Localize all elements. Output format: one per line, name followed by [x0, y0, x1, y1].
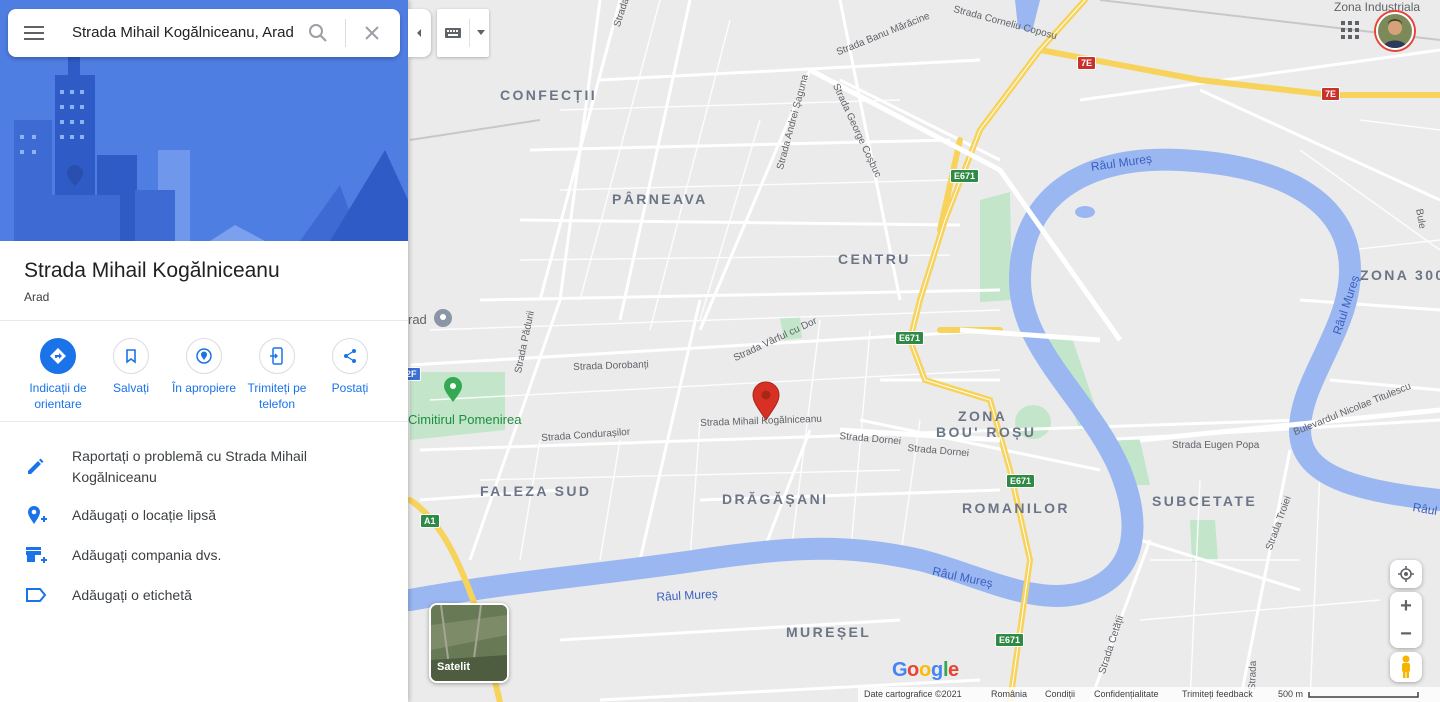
scale-label[interactable]: 500 m [1278, 689, 1303, 699]
cemetery-label[interactable]: Cimitirul Pomenirea [408, 412, 521, 427]
road-shield: A1 [420, 514, 440, 528]
zoom-out-button[interactable]: − [1390, 620, 1422, 648]
zoom-controls: + − [1390, 592, 1422, 648]
svg-text:g: g [931, 659, 943, 681]
add-missing-place-item[interactable]: Adăugați o locație lipsă [0, 503, 408, 531]
district-label: BOU' ROȘU [936, 424, 1037, 440]
svg-text:o: o [907, 659, 919, 681]
road-shield: 7E [1077, 56, 1097, 70]
keyboard-icon [445, 28, 461, 38]
satellite-toggle[interactable]: Satelit [429, 603, 509, 683]
map-footer: Date cartografice ©2021 România Condiții… [858, 687, 1440, 702]
map-data-credit: Date cartografice ©2021 [864, 689, 962, 699]
district-label: MUREȘEL [786, 624, 872, 640]
country-link[interactable]: România [991, 689, 1027, 699]
place-title: Strada Mihail Kogălniceanu [24, 259, 280, 282]
my-location-button[interactable] [1390, 560, 1422, 588]
add-missing-place-label: Adăugați o locație lipsă [72, 507, 216, 523]
nearby-icon [186, 338, 222, 374]
collapse-panel-button[interactable] [408, 9, 431, 57]
chevron-down-icon [477, 30, 485, 35]
apps-icon[interactable] [1340, 20, 1360, 40]
road-shield: E671 [950, 169, 980, 183]
street-label: Strada [1247, 660, 1260, 691]
divider [0, 320, 408, 321]
send-to-phone-label: Trimiteți pe telefon [247, 381, 307, 411]
district-label: PÂRNEAVA [612, 191, 708, 207]
add-business-item[interactable]: Adăugați compania dvs. [0, 543, 408, 571]
directions-icon [40, 338, 76, 374]
district-label: SUBCETATE [1152, 493, 1258, 509]
label-icon [24, 583, 48, 607]
menu-icon[interactable] [22, 23, 46, 43]
add-label-item[interactable]: Adăugați o etichetă [0, 583, 408, 611]
road-shield: E671 [895, 331, 925, 345]
place-marker [434, 309, 452, 327]
pegman-button[interactable] [1390, 652, 1422, 682]
save-label: Salvați [112, 381, 150, 395]
side-panel: Strada Mihail Kogălniceanu, Arad Strada … [0, 0, 408, 702]
feedback-link[interactable]: Trimiteți feedback [1182, 689, 1253, 699]
privacy-link[interactable]: Confidențialitate [1094, 689, 1159, 699]
report-problem-item[interactable]: Raportați o problemă cu Strada Mihail Ko… [0, 444, 408, 488]
bookmark-icon [113, 338, 149, 374]
report-problem-label: Raportați o problemă cu Strada Mihail Ko… [72, 448, 308, 485]
add-business-icon [24, 543, 48, 567]
divider [469, 19, 470, 47]
my-location-icon [1390, 560, 1422, 588]
svg-text:o: o [919, 659, 931, 681]
add-business-label: Adăugați compania dvs. [72, 547, 222, 563]
search-box: Strada Mihail Kogălniceanu, Arad [8, 9, 400, 57]
district-label: ROMANILOR [962, 500, 1070, 516]
svg-text:G: G [892, 659, 908, 681]
share-button[interactable]: Postați [314, 338, 386, 396]
directions-button[interactable]: Indicații de orientare [22, 338, 94, 412]
road-shield: 7E [1321, 87, 1341, 101]
district-label: DRĂGĂȘANI [722, 491, 829, 507]
google-logo: Google [892, 659, 959, 681]
area-label: Zona Industriala [1334, 0, 1421, 14]
place-subtitle: Arad [24, 290, 50, 304]
district-label: ZONA [958, 408, 1008, 424]
divider [345, 19, 346, 47]
share-icon [332, 338, 368, 374]
street-label: Strada Eugen Popa [1172, 440, 1260, 451]
send-to-phone-icon [259, 338, 295, 374]
district-label: FALEZA SUD [480, 483, 592, 499]
pencil-icon [24, 454, 48, 478]
district-label: CENTRU [838, 251, 911, 267]
road-shield: E671 [1006, 474, 1036, 488]
chevron-left-icon [417, 29, 421, 37]
nearby-button[interactable]: În apropiere [168, 338, 240, 396]
input-tools-button[interactable] [437, 9, 489, 57]
directions-label: Indicații de orientare [29, 381, 87, 411]
district-label: CONFECȚII [500, 87, 598, 103]
district-label: ZONA 300 [1360, 267, 1440, 283]
close-icon[interactable] [360, 21, 384, 45]
pegman-icon [1390, 652, 1422, 682]
save-button[interactable]: Salvați [95, 338, 167, 396]
send-to-phone-button[interactable]: Trimiteți pe telefon [241, 338, 313, 412]
search-input[interactable]: Strada Mihail Kogălniceanu, Arad [72, 24, 294, 41]
add-location-icon [24, 503, 48, 527]
svg-text:e: e [948, 659, 959, 681]
place-label[interactable]: rad [408, 312, 427, 327]
share-label: Postați [331, 381, 369, 395]
zoom-in-button[interactable]: + [1390, 592, 1422, 620]
avatar[interactable] [1376, 12, 1414, 50]
scale-bar [1308, 692, 1419, 698]
terms-link[interactable]: Condiții [1045, 689, 1075, 699]
add-label-label: Adăugați o etichetă [72, 587, 192, 603]
road-shield: E671 [995, 633, 1025, 647]
nearby-label: În apropiere [171, 381, 237, 395]
divider [0, 421, 408, 422]
satellite-label: Satelit [437, 661, 471, 673]
search-icon[interactable] [306, 21, 330, 45]
